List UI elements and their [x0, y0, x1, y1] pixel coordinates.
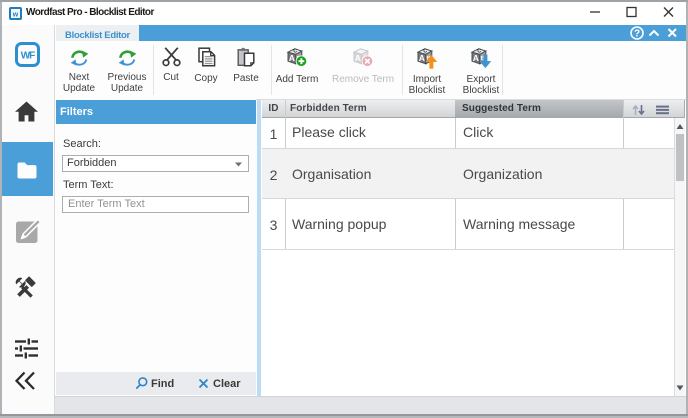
- svg-text:WF: WF: [21, 51, 35, 62]
- svg-text:C: C: [477, 48, 481, 54]
- svg-text:A: A: [355, 53, 361, 63]
- svg-text:C: C: [423, 48, 427, 54]
- svg-text:w: w: [12, 12, 19, 19]
- svg-text:C: C: [293, 48, 297, 54]
- svg-text:A: A: [289, 53, 295, 63]
- svg-text:?: ?: [634, 29, 640, 40]
- svg-text:A: A: [473, 53, 479, 63]
- svg-text:A: A: [419, 53, 425, 63]
